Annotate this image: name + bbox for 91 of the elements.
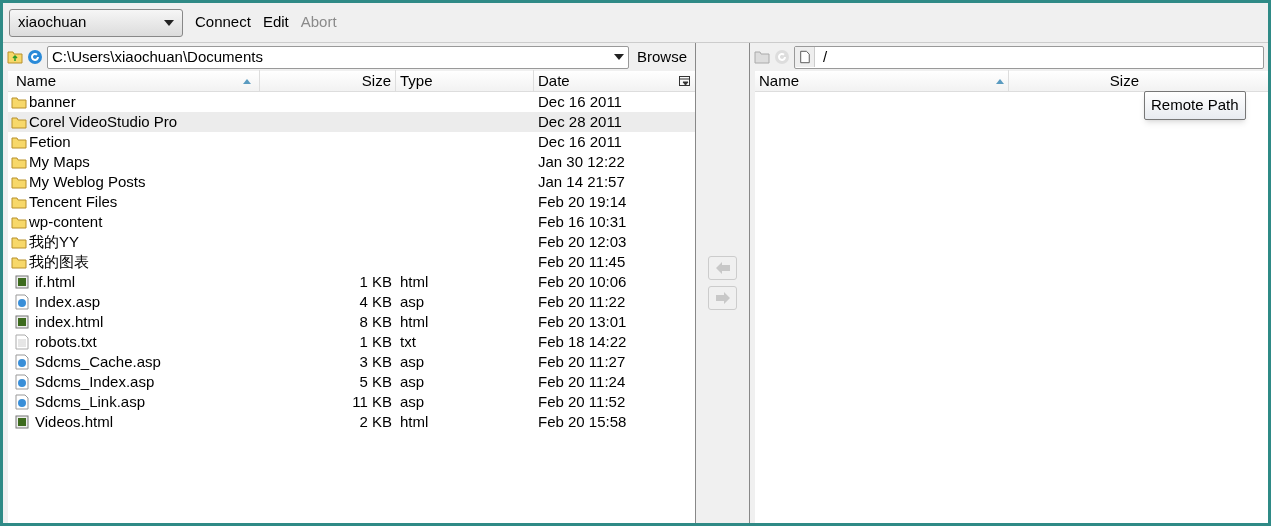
file-size: 8 KB xyxy=(359,312,392,330)
folder-icon xyxy=(11,215,27,229)
right-arrow-icon xyxy=(715,292,730,304)
file-name: 我的图表 xyxy=(29,251,89,272)
file-type: asp xyxy=(400,352,425,370)
text-file-icon xyxy=(15,334,29,350)
file-date: Jan 30 12:22 xyxy=(537,151,626,172)
file-date: Feb 20 11:24 xyxy=(537,371,627,392)
globe-file-icon xyxy=(15,354,29,370)
toolbar-action[interactable]: Connect xyxy=(195,11,251,34)
file-date: Feb 16 10:31 xyxy=(537,211,628,232)
dropdown-arrow-icon xyxy=(164,19,174,26)
html-file-icon xyxy=(15,315,29,329)
document-icon xyxy=(795,47,815,67)
file-date: Feb 20 11:22 xyxy=(537,291,627,312)
file-size: 1 KB xyxy=(359,272,392,290)
local-path-field[interactable]: C:\Users\xiaochuan\Documents xyxy=(47,45,629,69)
file-name: Corel VideoStudio Pro xyxy=(29,111,178,132)
file-name: if.html xyxy=(35,271,75,292)
file-name: Sdcms_Cache.asp xyxy=(35,351,161,372)
file-type: asp xyxy=(400,292,425,310)
refresh-icon[interactable] xyxy=(27,49,43,65)
folder-up-icon[interactable] xyxy=(754,50,770,64)
file-size: 2 KB xyxy=(359,412,392,430)
file-size: 11 KB xyxy=(352,392,392,410)
folder-icon xyxy=(11,95,27,109)
file-name: Sdcms_Link.asp xyxy=(35,391,146,412)
toolbar-action[interactable]: Edit xyxy=(262,11,289,34)
globe-file-icon xyxy=(15,394,29,410)
column-header[interactable]: Name xyxy=(755,69,1009,93)
file-name: Tencent Files xyxy=(29,191,118,212)
download-arrow-button[interactable] xyxy=(708,286,737,310)
folder-icon xyxy=(11,175,27,189)
file-name: Index.asp xyxy=(35,291,101,312)
column-chooser-icon[interactable] xyxy=(679,75,691,87)
folder-icon xyxy=(11,235,27,249)
folder-icon xyxy=(11,115,27,129)
file-type: html xyxy=(400,312,429,330)
file-name: My Weblog Posts xyxy=(29,171,146,192)
file-name: My Maps xyxy=(29,151,90,172)
file-name: Fetion xyxy=(29,131,71,152)
file-date: Feb 20 19:14 xyxy=(537,191,628,212)
file-date: Feb 18 14:22 xyxy=(537,331,628,352)
tooltip: Remote Path xyxy=(1144,91,1246,120)
file-name: banner xyxy=(29,91,76,112)
column-header[interactable]: Size xyxy=(1009,69,1143,93)
file-size: 3 KB xyxy=(359,352,392,370)
folder-up-icon[interactable] xyxy=(7,50,23,64)
file-name: Sdcms_Index.asp xyxy=(35,371,155,392)
file-name: index.html xyxy=(35,311,104,332)
file-size: 5 KB xyxy=(359,372,392,390)
upload-arrow-button[interactable] xyxy=(708,256,737,280)
file-name: robots.txt xyxy=(35,331,97,352)
file-type: txt xyxy=(400,332,416,350)
folder-icon xyxy=(11,255,27,269)
file-date: Feb 20 12:03 xyxy=(537,231,628,252)
site-dropdown[interactable]: xiaochuan xyxy=(9,8,183,37)
dropdown-arrow-icon xyxy=(613,54,624,60)
file-date: Feb 20 11:52 xyxy=(537,391,627,412)
left-arrow-icon xyxy=(715,262,730,274)
file-row[interactable]: Corel VideoStudio Pro Dec 28 2011 xyxy=(8,112,695,132)
folder-icon xyxy=(11,195,27,209)
sort-ascending-icon xyxy=(243,78,251,84)
sort-ascending-icon xyxy=(996,78,1004,84)
file-date: Dec 28 2011 xyxy=(537,111,623,132)
html-file-icon xyxy=(15,275,29,289)
file-type: html xyxy=(400,272,429,290)
folder-icon xyxy=(11,135,27,149)
file-date: Feb 20 15:58 xyxy=(537,411,628,432)
html-file-icon xyxy=(15,415,29,429)
file-type: html xyxy=(400,412,429,430)
file-date: Feb 20 11:27 xyxy=(537,351,627,372)
file-date: Dec 16 2011 xyxy=(537,91,623,112)
globe-file-icon xyxy=(15,374,29,390)
file-name: wp-content xyxy=(29,211,103,232)
file-size: 1 KB xyxy=(359,332,392,350)
globe-file-icon xyxy=(15,294,29,310)
remote-path-field[interactable]: / xyxy=(794,45,1264,69)
folder-icon xyxy=(11,155,27,169)
file-type: asp xyxy=(400,392,425,410)
file-date: Feb 20 13:01 xyxy=(537,311,628,332)
file-type: asp xyxy=(400,372,425,390)
file-date: Feb 20 11:45 xyxy=(537,251,627,272)
column-header[interactable]: Date xyxy=(534,69,679,93)
file-name: 我的YY xyxy=(29,231,79,252)
browse-button[interactable]: Browse xyxy=(632,45,691,69)
file-name: Videos.html xyxy=(35,411,114,432)
file-date: Dec 16 2011 xyxy=(537,131,623,152)
file-date: Jan 14 21:57 xyxy=(537,171,626,192)
file-size: 4 KB xyxy=(359,292,392,310)
file-date: Feb 20 10:06 xyxy=(537,271,628,292)
